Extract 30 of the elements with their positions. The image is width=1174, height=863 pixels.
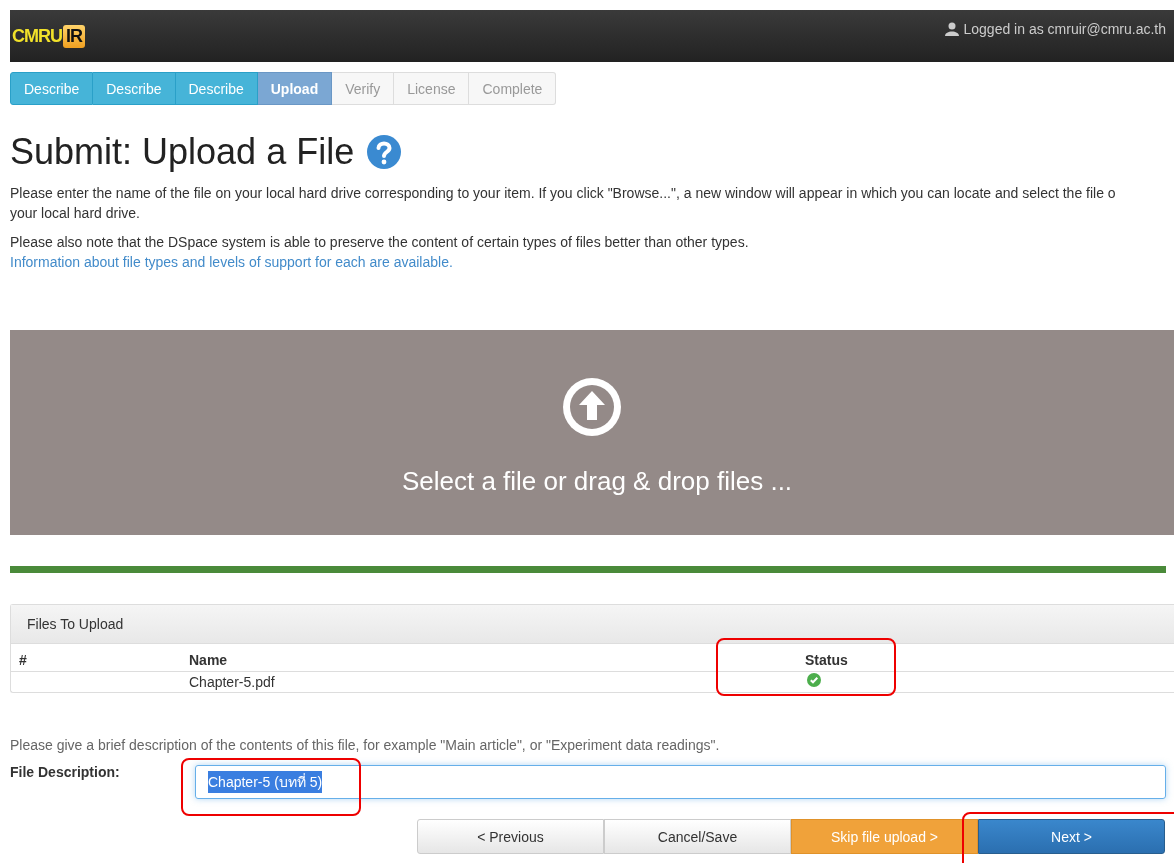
note-text: Please also note that the DSpace system is able to preserve the content of certain types of files better than other types. Information about file types and levels of support for each are available. bbox=[10, 233, 750, 272]
instructions-text: Please enter the name of the file on your local hard drive corresponding to your item. If you click "Browse...", a new window will appear in which you can locate and select the file o your local hard drive. bbox=[10, 184, 1117, 223]
description-field[interactable]: Chapter-5 (บทที่ 5) bbox=[195, 765, 1166, 799]
nav-button[interactable]: < Previous bbox=[417, 819, 604, 854]
column-header: Status bbox=[717, 644, 1174, 672]
help-icon[interactable] bbox=[366, 134, 403, 170]
progress-step[interactable]: Describe bbox=[93, 72, 176, 105]
logged-in-text[interactable]: Logged in as cmruir@cmru.ac.th bbox=[963, 21, 1166, 37]
column-header: # bbox=[11, 644, 167, 672]
column-header: Name bbox=[167, 644, 717, 672]
drop-zone-text: Select a file or drag & drop files ... bbox=[401, 466, 793, 497]
description-hint: Please give a brief description of the contents of this file, for example "Main article", or "Experiment data readings". bbox=[10, 737, 721, 753]
panel-title: Files To Upload bbox=[27, 616, 124, 632]
user-icon bbox=[945, 22, 960, 36]
skip-button[interactable]: Skip file upload > bbox=[791, 819, 978, 854]
drop-zone[interactable]: Select a file or drag & drop files ... bbox=[10, 330, 1174, 535]
file-types-link[interactable]: Information about file types and levels of support for each are available. bbox=[10, 254, 453, 270]
progress-step[interactable]: License bbox=[394, 72, 470, 105]
progress-step[interactable]: Describe bbox=[10, 72, 94, 105]
progress-step[interactable]: Describe bbox=[175, 72, 258, 105]
nav-button[interactable]: Cancel/Save bbox=[604, 819, 791, 854]
progress-step[interactable]: Complete bbox=[469, 72, 557, 105]
file-name: Chapter-5.pdf bbox=[189, 673, 275, 690]
progress-step[interactable]: Verify bbox=[332, 72, 395, 105]
logo[interactable]: CMRU IR bbox=[12, 24, 85, 48]
page-title: Submit: Upload a File bbox=[10, 131, 355, 173]
field-label: File Description: bbox=[10, 764, 121, 780]
next-button[interactable]: Next > bbox=[978, 819, 1165, 854]
progress-step[interactable]: Upload bbox=[257, 72, 333, 105]
upload-icon bbox=[563, 378, 621, 436]
